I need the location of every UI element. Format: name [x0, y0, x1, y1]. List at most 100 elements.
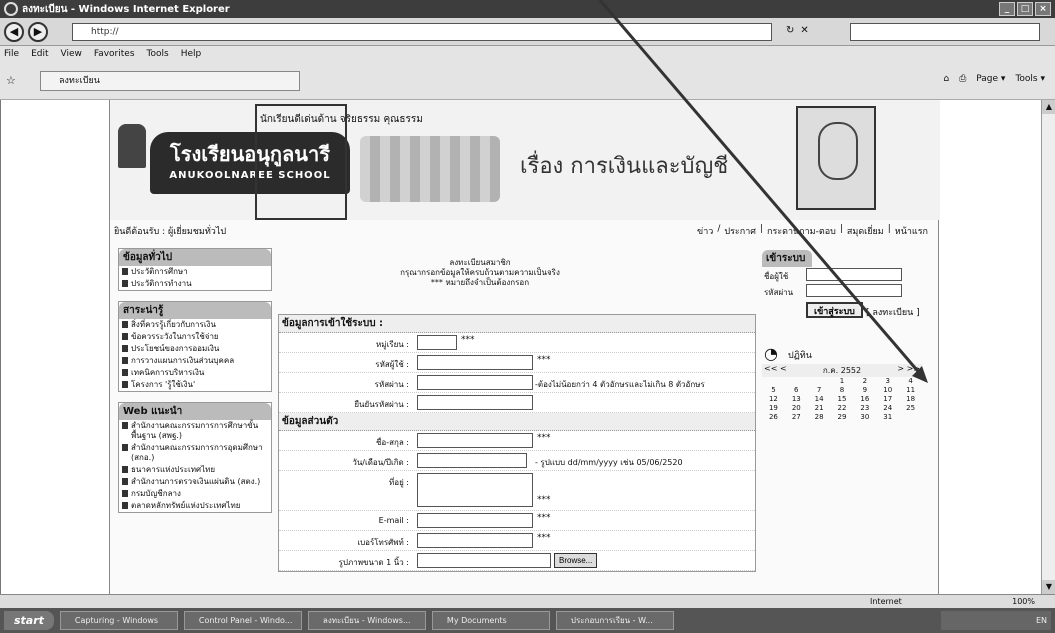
calendar-day[interactable]: 31	[876, 413, 899, 422]
name-input[interactable]	[417, 433, 533, 448]
menu-file[interactable]: File	[4, 49, 19, 59]
vertical-scrollbar[interactable]: ▲ ▼	[1041, 100, 1055, 594]
photo-file-input[interactable]	[417, 553, 551, 568]
user-id-input[interactable]	[417, 355, 533, 370]
page-menu[interactable]: Page ▾	[976, 74, 1005, 84]
sidebar-link[interactable]: ตลาดหลักทรัพย์แห่งประเทศไทย	[119, 500, 271, 512]
nav-board[interactable]: กระดานถาม-ตอบ	[767, 224, 836, 238]
register-link[interactable]: [ ลงทะเบียน ]	[866, 305, 920, 319]
sidebar-link[interactable]: โครงการ 'รู้ใช้เงิน'	[119, 379, 271, 391]
taskbar-item[interactable]: Control Panel - Windo...	[183, 611, 302, 630]
calendar-day[interactable]: 29	[831, 413, 854, 422]
required-mark: ***	[537, 433, 551, 443]
calendar-next[interactable]: > >>	[897, 364, 920, 377]
email-input[interactable]	[417, 513, 533, 528]
nav-guestbook[interactable]: สมุดเยี่ยม	[847, 224, 884, 238]
minimize-button[interactable]: _	[999, 2, 1015, 16]
sidebar-link[interactable]: ข้อควรระวังในการใช้จ่าย	[119, 331, 271, 343]
scroll-up-icon[interactable]: ▲	[1042, 100, 1055, 114]
nav-news[interactable]: ข่าว	[697, 224, 713, 238]
sidebar-link[interactable]: สำนักงานการตรวจเงินแผ่นดิน (สตง.)	[119, 476, 271, 488]
calendar-day[interactable]: 28	[808, 413, 831, 422]
sidebar-link[interactable]: สำนักงานคณะกรรมการการศึกษาขั้นพื้นฐาน (ส…	[119, 420, 271, 442]
start-button[interactable]: start	[4, 611, 54, 630]
back-icon[interactable]: ◀	[4, 21, 24, 42]
calendar-day[interactable]: 5	[762, 386, 785, 395]
sidebar-link[interactable]: ประวัติการศึกษา	[119, 266, 271, 278]
calendar-day[interactable]: 16	[853, 395, 876, 404]
login-password-input[interactable]	[806, 284, 902, 297]
nav-announce[interactable]: ประกาศ	[724, 224, 756, 238]
sidebar-link[interactable]: สำนักงานคณะกรรมการการอุดมศึกษา (สกอ.)	[119, 442, 271, 464]
calendar-day[interactable]: 13	[785, 395, 808, 404]
confirm-password-input[interactable]	[417, 395, 533, 410]
sidebar-link[interactable]: ประโยชน์ของการออมเงิน	[119, 343, 271, 355]
calendar-day[interactable]: 25	[899, 404, 922, 413]
calendar-prev[interactable]: << <	[764, 364, 787, 377]
refresh-icon[interactable]: ↻	[786, 25, 794, 36]
taskbar-item[interactable]: My Documents	[431, 611, 550, 630]
home-icon[interactable]: ⌂	[943, 74, 949, 84]
calendar-day[interactable]: 24	[876, 404, 899, 413]
close-button[interactable]: ×	[1035, 2, 1051, 16]
calendar-day[interactable]: 26	[762, 413, 785, 422]
sidebar-link[interactable]: เทคนิคการบริหารเงิน	[119, 367, 271, 379]
sidebar-link[interactable]: ประวัติการทำงาน	[119, 278, 271, 290]
calendar-day[interactable]: 14	[808, 395, 831, 404]
calendar-day[interactable]: 22	[831, 404, 854, 413]
calendar-day[interactable]: 11	[899, 386, 922, 395]
calendar-day[interactable]: 21	[808, 404, 831, 413]
calendar-day[interactable]: 27	[785, 413, 808, 422]
address-textarea[interactable]	[417, 473, 533, 507]
calendar-day[interactable]: 17	[876, 395, 899, 404]
calendar-day[interactable]: 9	[853, 386, 876, 395]
nav-home[interactable]: หน้าแรก	[895, 224, 928, 238]
zoom-level[interactable]: 100%	[1012, 597, 1035, 606]
menu-edit[interactable]: Edit	[31, 49, 48, 59]
tools-menu[interactable]: Tools ▾	[1015, 74, 1045, 84]
calendar-day[interactable]: 3	[876, 377, 899, 386]
forward-icon[interactable]: ▶	[28, 21, 48, 42]
menu-tools[interactable]: Tools	[147, 49, 169, 59]
calendar-day[interactable]: 4	[899, 377, 922, 386]
search-input[interactable]	[850, 23, 1040, 41]
sidebar-link[interactable]: สิ่งที่ควรรู้เกี่ยวกับการเงิน	[119, 319, 271, 331]
login-button[interactable]: เข้าสู่ระบบ	[806, 302, 863, 318]
calendar-day[interactable]: 1	[831, 377, 854, 386]
menu-view[interactable]: View	[61, 49, 82, 59]
maximize-button[interactable]: □	[1017, 2, 1033, 16]
taskbar-item[interactable]: ประกอบการเรียน - W...	[555, 611, 674, 630]
calendar-day[interactable]: 12	[762, 395, 785, 404]
member-type-input[interactable]	[417, 335, 457, 350]
taskbar-item[interactable]: ลงทะเบียน - Windows...	[307, 611, 426, 630]
calendar-day[interactable]: 19	[762, 404, 785, 413]
taskbar-item[interactable]: Capturing - Windows	[59, 611, 178, 630]
sidebar-link[interactable]: ธนาคารแห่งประเทศไทย	[119, 464, 271, 476]
menu-help[interactable]: Help	[181, 49, 202, 59]
calendar-day[interactable]: 15	[831, 395, 854, 404]
required-mark: ***	[537, 513, 551, 523]
password-input[interactable]	[417, 375, 533, 390]
phone-input[interactable]	[417, 533, 533, 548]
print-icon[interactable]: ⎙	[959, 74, 966, 84]
calendar-day[interactable]: 10	[876, 386, 899, 395]
calendar-day[interactable]: 20	[785, 404, 808, 413]
calendar-day[interactable]: 7	[808, 386, 831, 395]
calendar-day[interactable]: 6	[785, 386, 808, 395]
tab-current[interactable]: ลงทะเบียน	[40, 71, 300, 91]
calendar-day[interactable]: 18	[899, 395, 922, 404]
calendar-day[interactable]: 30	[853, 413, 876, 422]
calendar-day[interactable]: 8	[831, 386, 854, 395]
calendar-day[interactable]: 2	[853, 377, 876, 386]
stop-icon[interactable]: ✕	[800, 25, 808, 36]
address-input[interactable]: http://	[72, 23, 772, 41]
calendar-day[interactable]: 23	[853, 404, 876, 413]
sidebar-link[interactable]: การวางแผนการเงินส่วนบุคคล	[119, 355, 271, 367]
birth-date-input[interactable]	[417, 453, 527, 468]
sidebar-link[interactable]: กรมบัญชีกลาง	[119, 488, 271, 500]
username-input[interactable]	[806, 268, 902, 281]
scroll-down-icon[interactable]: ▼	[1042, 580, 1055, 594]
favorites-star-icon[interactable]: ☆	[6, 74, 16, 87]
menu-favorites[interactable]: Favorites	[94, 49, 135, 59]
browse-button[interactable]: Browse...	[554, 553, 598, 568]
